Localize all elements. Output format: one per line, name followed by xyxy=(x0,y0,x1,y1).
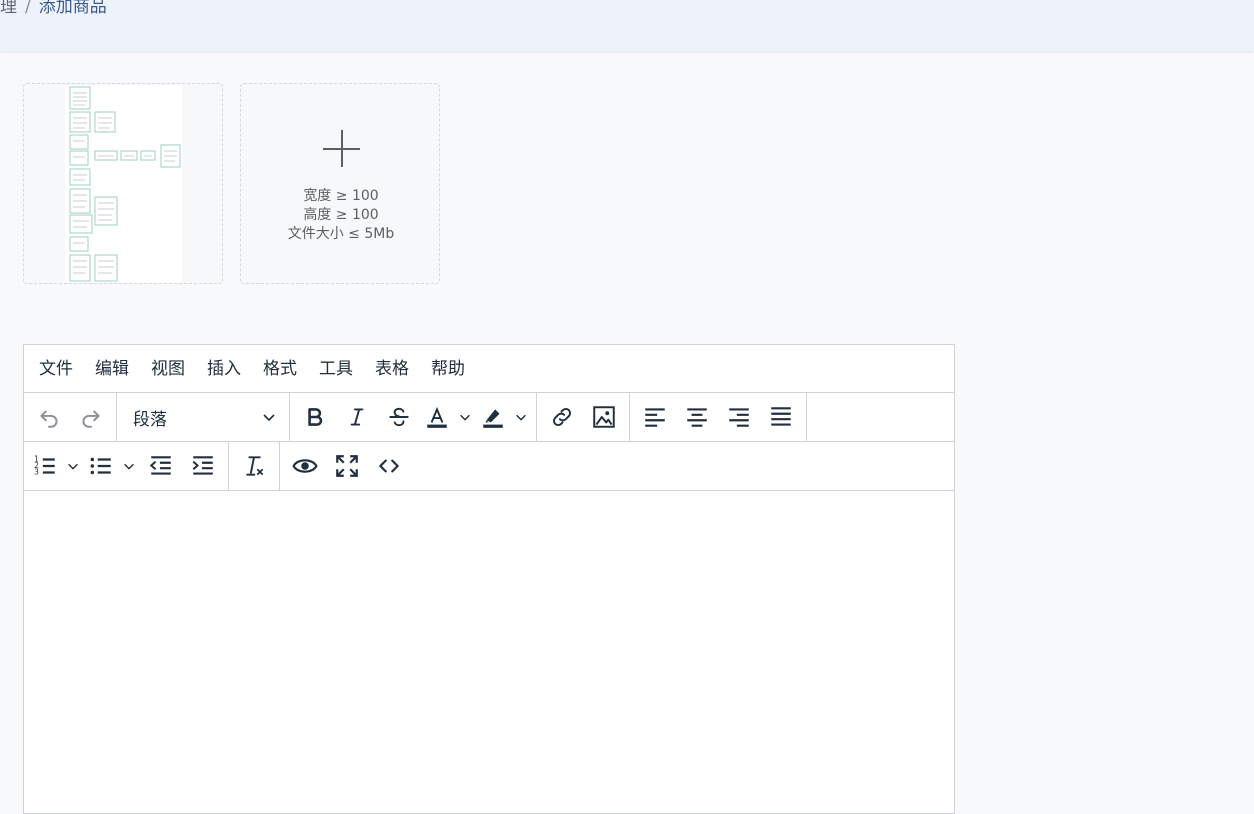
editor-toolbar-secondary: 123 xyxy=(24,442,954,491)
numbered-list-button[interactable]: 123 xyxy=(28,446,62,486)
align-center-button[interactable] xyxy=(676,397,718,437)
uploaded-image-card[interactable] xyxy=(23,83,223,284)
indent-button[interactable] xyxy=(182,446,224,486)
eye-icon xyxy=(292,459,318,473)
outdent-button[interactable] xyxy=(140,446,182,486)
menu-insert[interactable]: 插入 xyxy=(196,357,252,381)
italic-button[interactable] xyxy=(336,397,378,437)
menu-view[interactable]: 视图 xyxy=(140,357,196,381)
source-code-button[interactable] xyxy=(368,446,410,486)
menu-tools[interactable]: 工具 xyxy=(308,357,364,381)
block-format-group: 段落 xyxy=(117,393,290,441)
redo-icon xyxy=(82,410,100,428)
link-icon xyxy=(552,407,572,427)
rich-text-editor: 文件 编辑 视图 插入 格式 工具 表格 帮助 段落 1 2 3 xyxy=(23,344,955,814)
bullet-list-split xyxy=(84,446,140,486)
clear-formatting-button[interactable] xyxy=(233,446,275,486)
upload-hint-width: 宽度 ≥ 100 xyxy=(303,188,379,204)
text-style-group xyxy=(290,393,537,441)
chevron-down-icon xyxy=(68,463,78,470)
align-center-icon xyxy=(687,408,707,427)
align-right-icon xyxy=(729,408,749,427)
preview-button[interactable] xyxy=(284,446,326,486)
strikethrough-icon xyxy=(389,407,409,427)
align-justify-icon xyxy=(771,407,791,426)
upload-hint-height: 高度 ≥ 100 xyxy=(303,207,379,223)
fullscreen-button[interactable] xyxy=(326,446,368,486)
undo-icon xyxy=(40,410,58,428)
breadcrumb-current: 添加商品 xyxy=(38,0,107,17)
editor-menubar: 文件 编辑 视图 插入 格式 工具 表格 帮助 xyxy=(24,345,954,393)
thumbnail-diagram-image xyxy=(69,86,181,282)
highlight-color-button[interactable] xyxy=(476,397,510,437)
align-right-button[interactable] xyxy=(718,397,760,437)
menu-help[interactable]: 帮助 xyxy=(420,357,476,381)
bullet-list-button[interactable] xyxy=(84,446,118,486)
menu-format[interactable]: 格式 xyxy=(252,357,308,381)
align-left-button[interactable] xyxy=(634,397,676,437)
menu-edit[interactable]: 编辑 xyxy=(84,357,140,381)
list-group: 123 xyxy=(24,442,229,490)
image-icon xyxy=(593,406,615,428)
clear-formatting-icon xyxy=(246,456,264,476)
bold-button[interactable] xyxy=(294,397,336,437)
italic-icon xyxy=(350,408,364,426)
editor-content-area[interactable] xyxy=(24,491,954,811)
editor-toolbar-primary: 段落 xyxy=(24,393,954,442)
page-header: 理 / 添加商品 xyxy=(0,0,1254,51)
block-format-value: 段落 xyxy=(133,409,167,430)
highlight-color-split xyxy=(476,397,532,437)
alignment-group xyxy=(630,393,807,441)
indent-icon xyxy=(192,456,213,475)
breadcrumb-previous[interactable]: 理 xyxy=(0,0,17,17)
outdent-icon xyxy=(149,456,171,475)
plus-icon xyxy=(323,130,360,167)
text-color-button[interactable] xyxy=(420,397,454,437)
image-upload-button[interactable]: 宽度 ≥ 100 高度 ≥ 100 文件大小 ≤ 5Mb xyxy=(240,83,440,284)
numbered-list-dropdown[interactable] xyxy=(62,446,84,486)
text-color-icon xyxy=(427,406,447,428)
redo-button[interactable] xyxy=(70,397,112,437)
link-button[interactable] xyxy=(541,397,583,437)
fullscreen-icon xyxy=(336,455,358,477)
highlight-color-dropdown[interactable] xyxy=(510,397,532,437)
chevron-down-icon xyxy=(263,414,275,422)
chevron-down-icon xyxy=(516,414,526,421)
block-format-select[interactable]: 段落 xyxy=(121,397,285,437)
align-left-icon xyxy=(645,408,665,427)
upload-hint: 宽度 ≥ 100 高度 ≥ 100 文件大小 ≤ 5Mb xyxy=(241,187,441,244)
strikethrough-button[interactable] xyxy=(378,397,420,437)
insert-group xyxy=(537,393,630,441)
highlighter-icon xyxy=(483,409,503,428)
image-button[interactable] xyxy=(583,397,625,437)
view-group xyxy=(280,442,414,490)
numbered-list-icon: 123 xyxy=(34,455,55,477)
chevron-down-icon xyxy=(124,463,134,470)
upload-hint-size: 文件大小 ≤ 5Mb xyxy=(287,226,395,242)
uploaded-image-thumbnail[interactable] xyxy=(65,85,182,283)
history-group xyxy=(24,393,117,441)
svg-text:3: 3 xyxy=(34,468,39,477)
bold-icon xyxy=(308,408,323,426)
menu-table[interactable]: 表格 xyxy=(364,357,420,381)
chevron-down-icon xyxy=(460,414,470,421)
align-justify-button[interactable] xyxy=(760,397,802,437)
code-icon xyxy=(379,459,399,473)
breadcrumb: 理 / 添加商品 xyxy=(0,0,107,18)
undo-button[interactable] xyxy=(28,397,70,437)
numbered-list-split: 123 xyxy=(28,446,84,486)
menu-file[interactable]: 文件 xyxy=(28,357,84,381)
breadcrumb-separator: / xyxy=(25,0,31,17)
bullet-list-icon xyxy=(90,457,111,475)
text-color-split xyxy=(420,397,476,437)
clear-format-group xyxy=(229,442,280,490)
bullet-list-dropdown[interactable] xyxy=(118,446,140,486)
text-color-dropdown[interactable] xyxy=(454,397,476,437)
